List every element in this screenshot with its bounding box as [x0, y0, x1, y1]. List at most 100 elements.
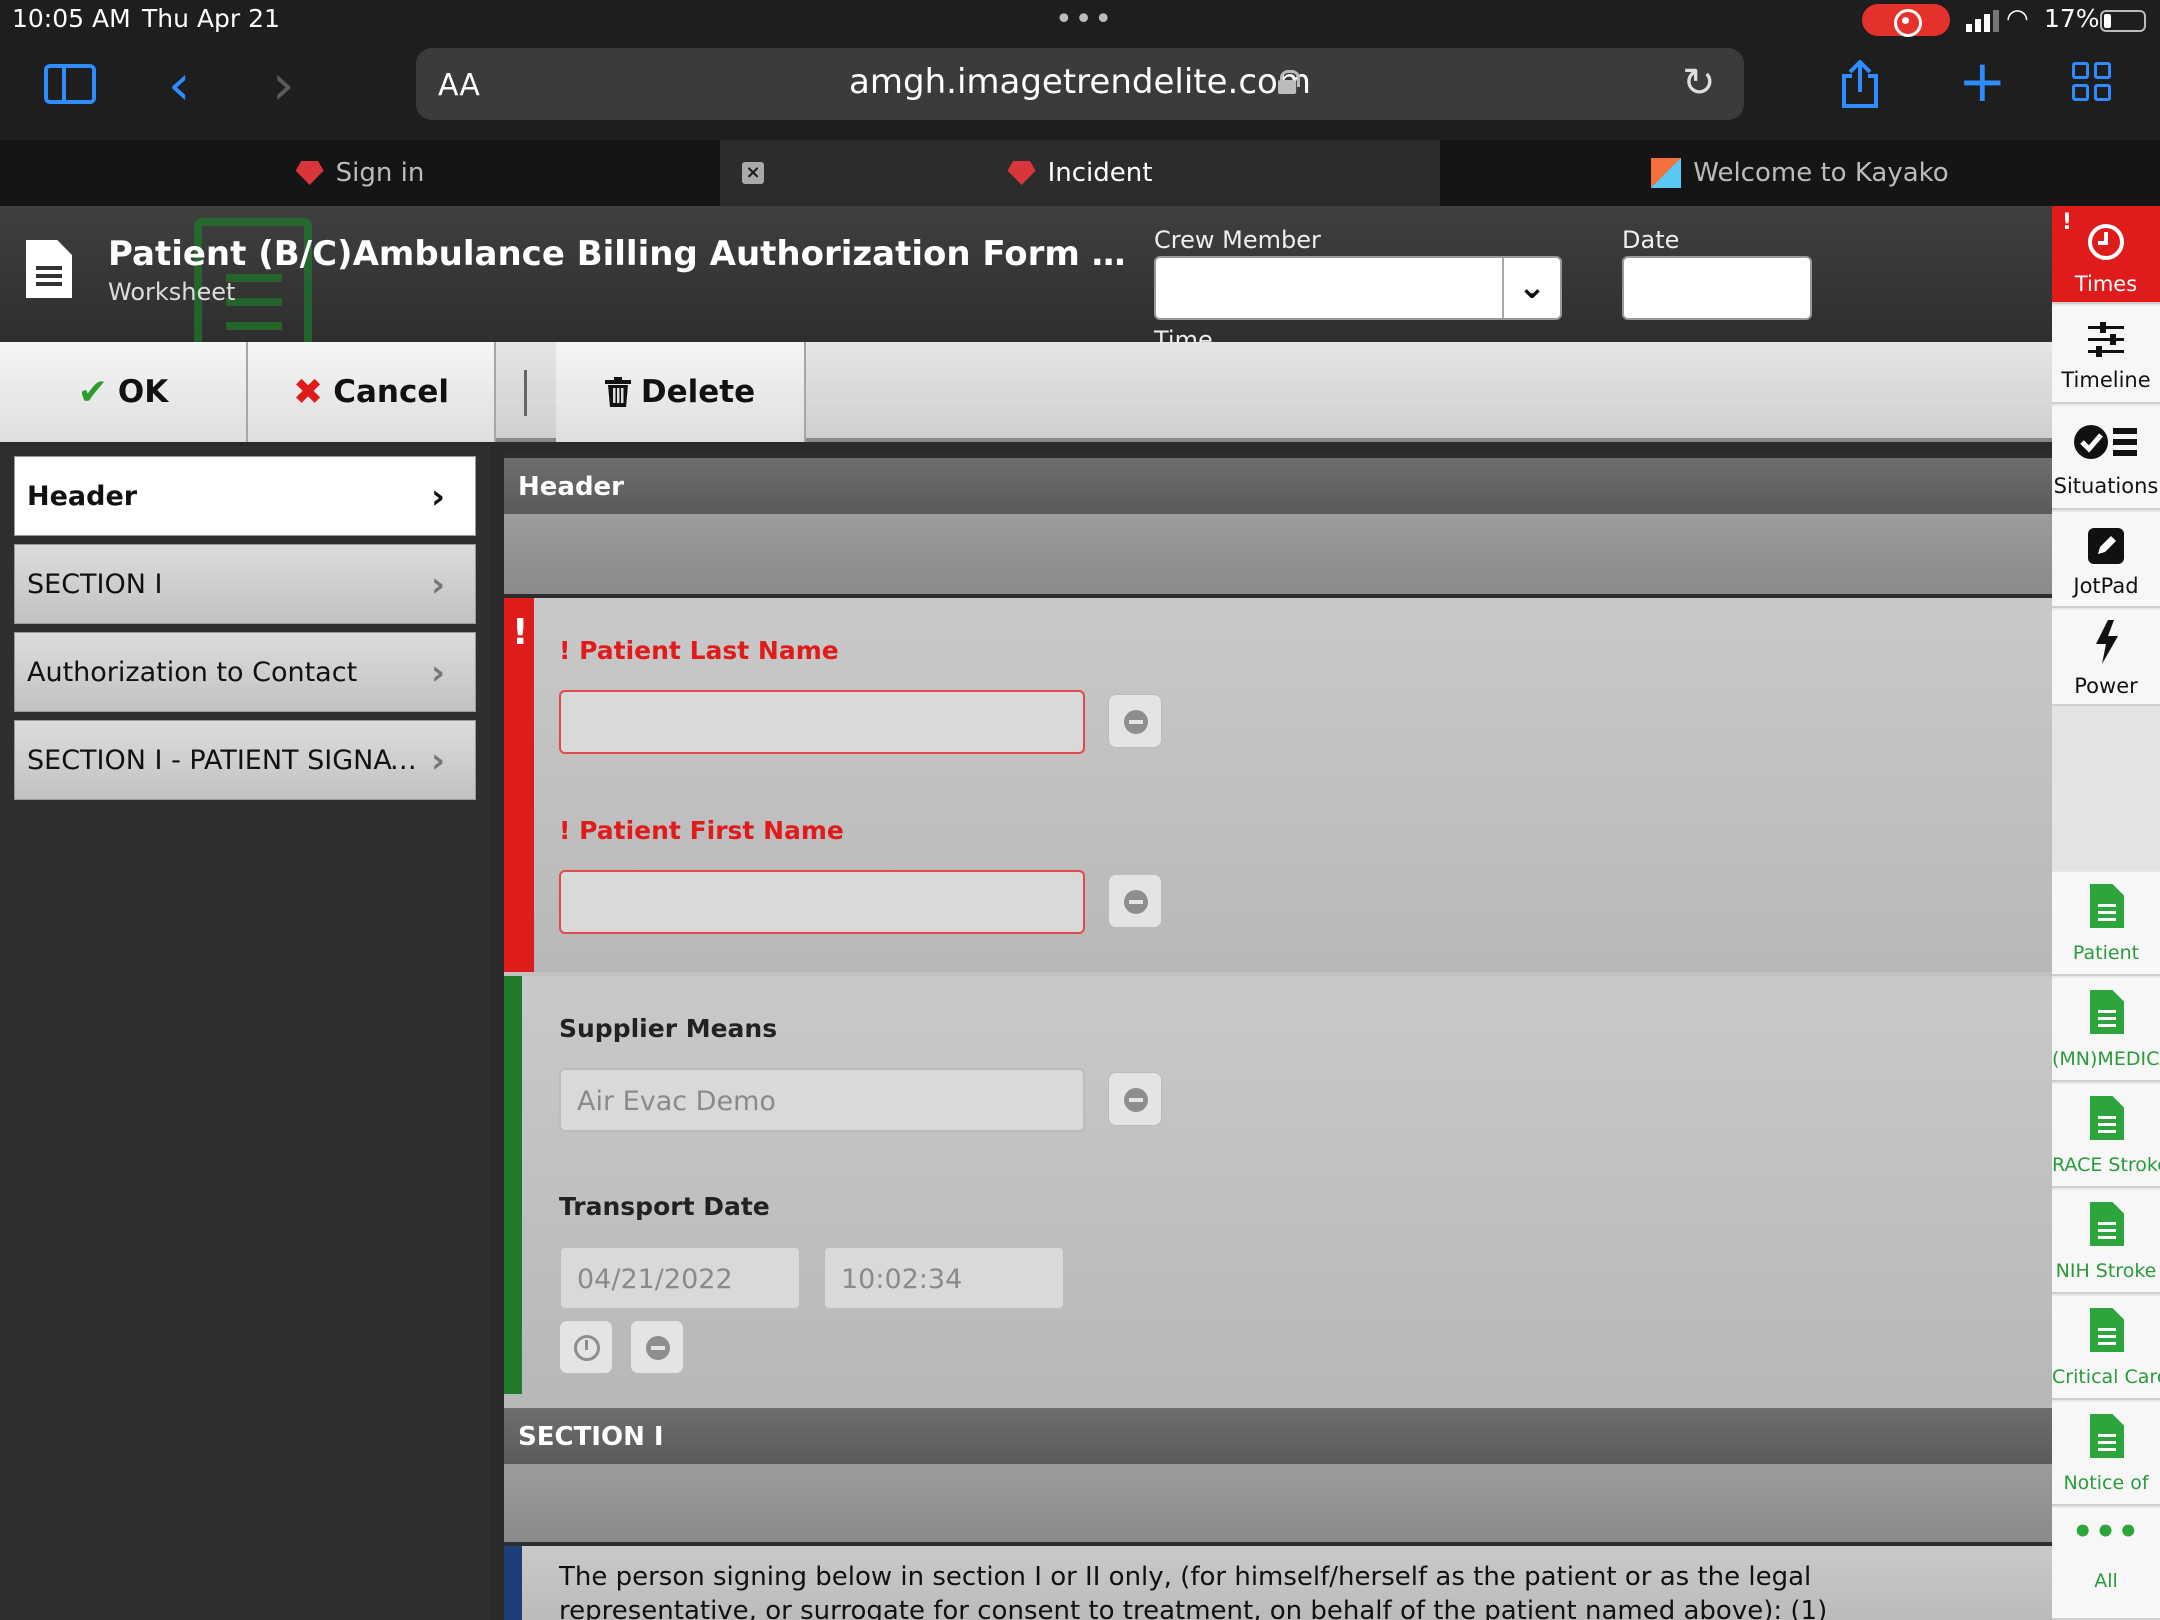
crew-member-label: Crew Member	[1154, 226, 1321, 254]
sidebar-toggle-icon[interactable]	[44, 64, 96, 104]
kayako-logo-icon	[1651, 158, 1682, 188]
date-input[interactable]	[1622, 256, 1812, 320]
rail-form-notice-of[interactable]: Notice of	[2052, 1402, 2160, 1506]
required-mark: !	[559, 636, 571, 665]
rail-jotpad-button[interactable]: JotPad	[2052, 512, 2160, 608]
browser-tab-incident[interactable]: Incident	[720, 140, 1440, 206]
required-mark: !	[559, 816, 571, 845]
clear-first-name-icon[interactable]	[1108, 874, 1162, 928]
patient-last-name-input[interactable]	[559, 690, 1085, 754]
chevron-right-icon: ›	[430, 741, 445, 781]
form-header: Patient (B/C)Ambulance Billing Authoriza…	[0, 206, 2052, 342]
patient-first-name-input[interactable]	[559, 870, 1085, 934]
clear-supplier-means-icon[interactable]	[1108, 1072, 1162, 1126]
rail-form-critical-care[interactable]: Critical Care	[2052, 1296, 2160, 1400]
section-navigation: Header › SECTION I › Authorization to Co…	[0, 446, 490, 1620]
trash-icon	[604, 377, 631, 407]
nav-item-label: Header	[27, 480, 138, 512]
action-bar: ✔ OK ✖ Cancel Delete	[0, 342, 2052, 442]
clock-icon[interactable]	[559, 1320, 613, 1374]
crew-member-select[interactable]: ⌄	[1154, 256, 1562, 320]
forward-arrow-icon[interactable]: ›	[272, 58, 294, 114]
url-text[interactable]: amgh.imagetrendelite.com	[416, 62, 1744, 102]
rail-power-button[interactable]: Power	[2052, 610, 2160, 706]
rail-form-patient[interactable]: Patient	[2052, 872, 2160, 976]
browser-tab-sign-in[interactable]: Sign in	[0, 140, 720, 206]
form-body: Header ! ! Patient Last Name ! Patient F…	[504, 452, 2052, 1620]
rail-power-label: Power	[2074, 674, 2138, 698]
toolbar-divider	[524, 370, 527, 416]
clear-transport-date-icon[interactable]	[630, 1320, 684, 1374]
patient-first-name-text: Patient First Name	[579, 816, 844, 845]
ok-label: OK	[117, 374, 169, 410]
address-bar[interactable]: AA amgh.imagetrendelite.com ↻	[416, 48, 1744, 120]
imagetrend-logo-icon	[295, 161, 324, 185]
delete-button[interactable]: Delete	[556, 342, 806, 442]
rail-form-label: Patient	[2072, 942, 2140, 964]
green-document-icon	[2090, 1202, 2124, 1246]
nav-item-label: Authorization to Contact	[27, 656, 358, 688]
checklist-icon	[2074, 425, 2137, 459]
chevron-down-icon[interactable]: ⌄	[1502, 258, 1560, 318]
supplier-transport-group: Supplier Means Air Evac Demo Transport D…	[504, 976, 2052, 1394]
browser-toolbar: ‹ › AA amgh.imagetrendelite.com ↻ +	[0, 40, 2160, 140]
pencil-square-icon	[2088, 528, 2124, 564]
rail-form-mn-medical[interactable]: (MN)MEDICAL	[2052, 978, 2160, 1082]
close-tab-icon[interactable]: ×	[742, 162, 764, 184]
ios-status-bar: 10:05 AM Thu Apr 21 ••• ◠ 17%	[0, 0, 2160, 40]
back-arrow-icon[interactable]: ‹	[168, 58, 190, 114]
rail-form-nih-stroke[interactable]: NIH Stroke	[2052, 1190, 2160, 1294]
rail-form-race-stroke[interactable]: RACE Stroke	[2052, 1084, 2160, 1188]
cancel-button[interactable]: ✖ Cancel	[248, 342, 496, 442]
supplier-means-input[interactable]: Air Evac Demo	[559, 1068, 1085, 1132]
section-i-spacer	[504, 1464, 2052, 1542]
nav-item-section-i-patient-signature[interactable]: SECTION I - PATIENT SIGNATURE ›	[14, 720, 476, 800]
header-section-spacer	[504, 514, 2052, 594]
green-document-icon	[2090, 884, 2124, 928]
battery-percent: 17%	[2044, 4, 2100, 33]
ok-button[interactable]: ✔ OK	[0, 342, 248, 442]
nav-item-section-i[interactable]: SECTION I ›	[14, 544, 476, 624]
rail-times-button[interactable]: ! Times	[2052, 206, 2160, 304]
rail-form-label: NIH Stroke	[2055, 1260, 2157, 1282]
rail-timeline-button[interactable]: Timeline	[2052, 306, 2160, 404]
green-document-icon	[2090, 1308, 2124, 1352]
transport-date-label: Transport Date	[559, 1192, 770, 1221]
reload-icon[interactable]: ↻	[1682, 60, 1716, 106]
browser-tab-strip: Sign in Incident × Welcome to Kayako	[0, 140, 2160, 206]
consent-group: The person signing below in section I or…	[504, 1546, 2052, 1620]
info-flag	[504, 1546, 522, 1620]
transport-time-input[interactable]: 10:02:34	[823, 1246, 1065, 1310]
rail-spacer	[2052, 706, 2160, 870]
time-label: Time	[1154, 326, 1213, 342]
section-i-bar: SECTION I	[504, 1408, 2052, 1464]
header-section-bar: Header	[504, 458, 2052, 514]
consent-text: The person signing below in section I or…	[559, 1562, 1828, 1620]
transport-date-input[interactable]: 04/21/2022	[559, 1246, 801, 1310]
new-tab-icon[interactable]: +	[1958, 52, 2007, 110]
nav-item-header[interactable]: Header ›	[14, 456, 476, 536]
tab-overview-icon[interactable]	[2072, 62, 2112, 102]
rail-all-forms-button[interactable]: ••• All	[2052, 1508, 2160, 1620]
date-label: Date	[1622, 226, 1680, 254]
screen-recording-icon[interactable]	[1862, 4, 1950, 37]
multitasking-dots-icon[interactable]: •••	[1055, 2, 1114, 37]
browser-tab-kayako[interactable]: Welcome to Kayako	[1440, 140, 2160, 206]
ellipsis-icon: •••	[2071, 1512, 2141, 1552]
rail-timeline-label: Timeline	[2061, 368, 2151, 392]
patient-first-name-label: ! Patient First Name	[559, 816, 844, 845]
document-icon	[26, 240, 72, 298]
rail-form-label: Notice of	[2063, 1472, 2149, 1494]
clear-last-name-icon[interactable]	[1108, 694, 1162, 748]
imagetrend-logo-icon	[1007, 161, 1036, 185]
share-icon[interactable]	[1840, 60, 1880, 110]
tab-label: Sign in	[335, 158, 425, 188]
rail-situations-button[interactable]: Situations	[2052, 406, 2160, 510]
nav-item-label: SECTION I - PATIENT SIGNATURE	[27, 744, 427, 776]
nav-item-authorization-to-contact[interactable]: Authorization to Contact ›	[14, 632, 476, 712]
rail-times-label: Times	[2074, 272, 2138, 296]
rail-situations-label: Situations	[2053, 474, 2159, 498]
battery-icon	[2100, 10, 2146, 32]
nav-item-label: SECTION I	[27, 568, 163, 600]
tab-label: Incident	[1047, 158, 1153, 188]
